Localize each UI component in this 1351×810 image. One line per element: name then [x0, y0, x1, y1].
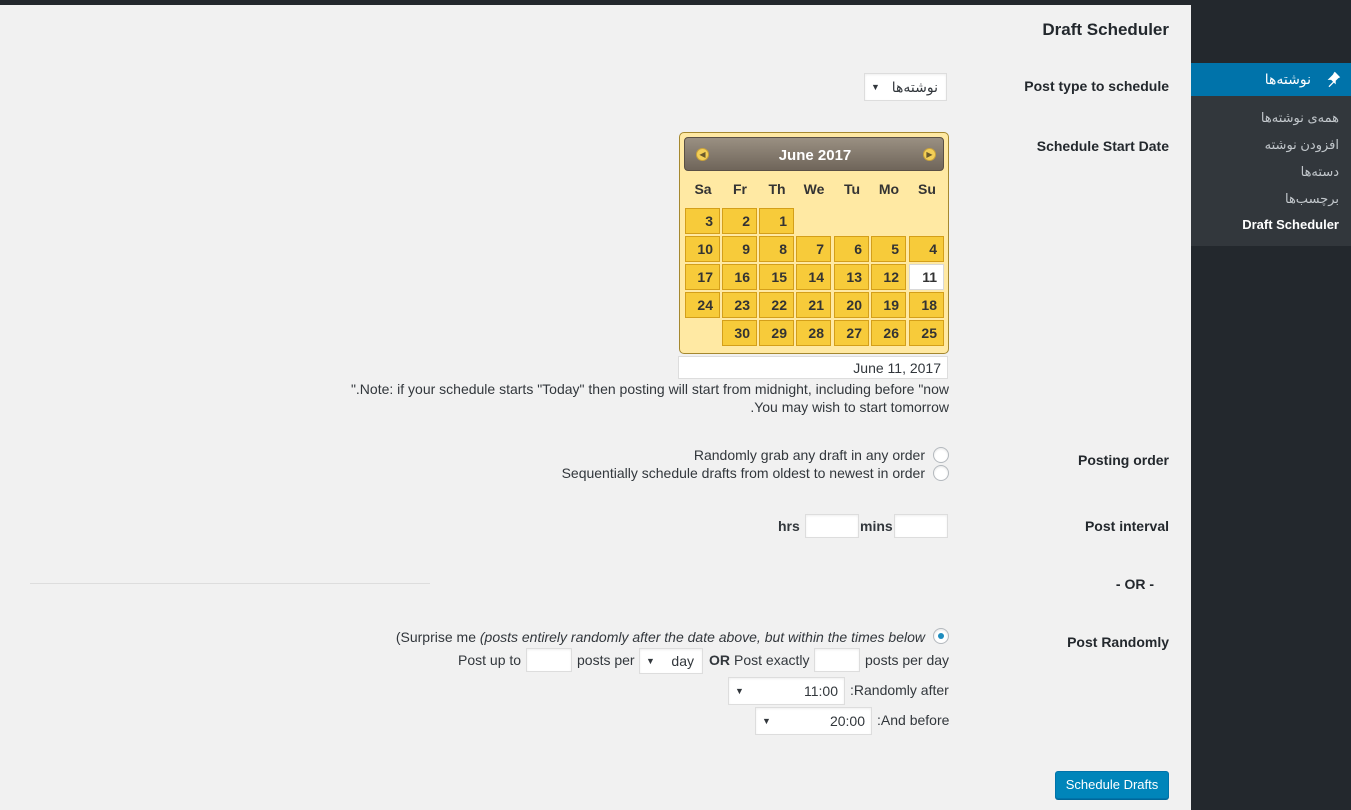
and-before-value: 20:00	[829, 713, 865, 729]
calendar-day-22[interactable]: 22	[759, 292, 794, 318]
calendar-day-29[interactable]: 29	[759, 320, 794, 346]
calendar-day-28[interactable]: 28	[796, 320, 831, 346]
and-before-select[interactable]: 20:00 ▼	[755, 707, 872, 735]
post-interval-label: Post interval	[1084, 518, 1169, 534]
weekday-we: We	[803, 181, 825, 197]
weekday-sa: Sa	[694, 181, 712, 197]
calendar-day-25[interactable]: 25	[909, 320, 944, 346]
section-divider	[30, 583, 430, 584]
posting-order-label: Posting order	[1077, 452, 1169, 468]
calendar-day-26[interactable]: 26	[871, 320, 906, 346]
posts-per-label: posts per	[577, 652, 635, 668]
calendar-day-21[interactable]: 21	[796, 292, 831, 318]
sequential-order-radio[interactable]	[933, 465, 949, 481]
chevron-right-icon[interactable]: ▶	[923, 148, 936, 161]
weekday-th: Th	[768, 181, 786, 197]
or-inline-label: OR	[709, 652, 730, 668]
dropdown-arrow-icon: ▼	[735, 686, 744, 696]
surprise-me-prefix: (Surprise me	[395, 629, 480, 645]
calendar-day-16[interactable]: 16	[722, 264, 757, 290]
surprise-me-radio[interactable]	[933, 628, 949, 644]
calendar-day-20[interactable]: 20	[834, 292, 869, 318]
submenu-add-post[interactable]: افزودن نوشته	[1265, 137, 1339, 153]
calendar-day-23[interactable]: 23	[722, 292, 757, 318]
weekday-mo: Mo	[878, 181, 900, 197]
calendar-day-7[interactable]: 7	[796, 236, 831, 262]
random-order-option-label: Randomly grab any draft in any order	[693, 447, 925, 463]
calendar-day-24[interactable]: 24	[685, 292, 720, 318]
calendar-day-17[interactable]: 17	[685, 264, 720, 290]
calendar-day-30[interactable]: 30	[722, 320, 757, 346]
calendar-day-9[interactable]: 9	[722, 236, 757, 262]
calendar-day-6[interactable]: 6	[834, 236, 869, 262]
calendar-day-18[interactable]: 18	[909, 292, 944, 318]
submenu-tags[interactable]: برچسب‌ها	[1285, 191, 1339, 207]
post-randomly-label: Post Randomly	[1067, 634, 1169, 650]
post-up-to-label: Post up to	[458, 652, 522, 668]
calendar-day-10[interactable]: 10	[685, 236, 720, 262]
calendar-day-15[interactable]: 15	[759, 264, 794, 290]
start-date-input[interactable]: June 11, 2017	[678, 356, 948, 379]
posts-per-day-label: posts per day	[865, 652, 950, 668]
interval-hrs-input[interactable]	[805, 514, 859, 538]
randomly-after-label: :Randomly after	[850, 682, 949, 698]
start-date-value: June 11, 2017	[853, 360, 941, 376]
random-order-radio[interactable]	[933, 447, 949, 463]
admin-sidebar: نوشته‌ها همه‌ی نوشته‌ها افزودن نوشته دست…	[1190, 5, 1351, 810]
pushpin-icon	[1327, 71, 1341, 88]
posts-submenu: همه‌ی نوشته‌ها افزودن نوشته دسته‌ها برچس…	[1191, 96, 1351, 246]
dropdown-arrow-icon: ▼	[762, 716, 771, 726]
or-separator-label: - OR -	[1115, 576, 1154, 592]
submenu-all-posts[interactable]: همه‌ی نوشته‌ها	[1261, 110, 1339, 126]
interval-mins-input[interactable]	[894, 514, 948, 538]
sequential-order-option-label: Sequentially schedule drafts from oldest…	[561, 465, 925, 481]
datepicker-calendar: ◀ June 2017 ▶ Sa Fr Th We Tu Mo Su 3 2 1 10 9 8 7 6 5 4…	[679, 132, 949, 354]
menu-item-posts-label: نوشته‌ها	[1264, 71, 1311, 87]
menu-item-posts[interactable]: نوشته‌ها	[1191, 63, 1351, 96]
and-before-label: :And before	[877, 712, 950, 728]
period-select[interactable]: day ▼	[639, 648, 703, 674]
calendar-day-5[interactable]: 5	[871, 236, 906, 262]
surprise-me-description: (posts entirely randomly after the date …	[479, 629, 925, 645]
calendar-day-12[interactable]: 12	[871, 264, 906, 290]
mins-unit-label: mins	[860, 518, 893, 534]
post-up-to-input[interactable]	[526, 648, 572, 672]
period-value: day	[671, 653, 694, 669]
submenu-categories[interactable]: دسته‌ها	[1301, 164, 1339, 180]
randomly-after-select[interactable]: 11:00 ▼	[728, 677, 845, 705]
admin-top-bar	[0, 0, 1351, 5]
post-exactly-label: Post exactly	[734, 652, 810, 668]
calendar-day-1[interactable]: 1	[759, 208, 794, 234]
calendar-day-11[interactable]: 11	[909, 264, 944, 290]
weekday-fr: Fr	[733, 181, 747, 197]
dropdown-arrow-icon: ▼	[646, 656, 655, 666]
start-date-note-line1: ".Note: if your schedule starts "Today" …	[350, 381, 949, 397]
start-date-note-line2: .You may wish to start tomorrow	[750, 399, 949, 415]
calendar-day-13[interactable]: 13	[834, 264, 869, 290]
calendar-day-8[interactable]: 8	[759, 236, 794, 262]
dropdown-arrow-icon: ▼	[871, 82, 880, 92]
calendar-header: ◀ June 2017 ▶	[684, 137, 944, 171]
calendar-day-27[interactable]: 27	[834, 320, 869, 346]
calendar-day-4[interactable]: 4	[909, 236, 944, 262]
post-type-value: نوشته‌ها	[891, 79, 938, 95]
submenu-draft-scheduler[interactable]: Draft Scheduler	[1242, 217, 1339, 232]
randomly-after-value: 11:00	[804, 683, 838, 699]
post-type-select[interactable]: نوشته‌ها ▼	[864, 73, 947, 101]
schedule-drafts-button[interactable]: Schedule Drafts	[1055, 771, 1169, 799]
weekday-tu: Tu	[843, 181, 861, 197]
calendar-day-2[interactable]: 2	[722, 208, 757, 234]
calendar-day-3[interactable]: 3	[685, 208, 720, 234]
start-date-label: Schedule Start Date	[1036, 138, 1169, 154]
hrs-unit-label: hrs	[778, 518, 800, 534]
weekday-su: Su	[918, 181, 936, 197]
post-exactly-input[interactable]	[814, 648, 860, 672]
surprise-me-label: (Surprise me (posts entirely randomly af…	[396, 629, 925, 645]
calendar-month-title: June 2017	[778, 147, 852, 164]
page-title: Draft Scheduler	[1042, 20, 1169, 39]
calendar-day-19[interactable]: 19	[871, 292, 906, 318]
post-type-label: Post type to schedule	[1024, 78, 1169, 94]
calendar-day-14[interactable]: 14	[796, 264, 831, 290]
